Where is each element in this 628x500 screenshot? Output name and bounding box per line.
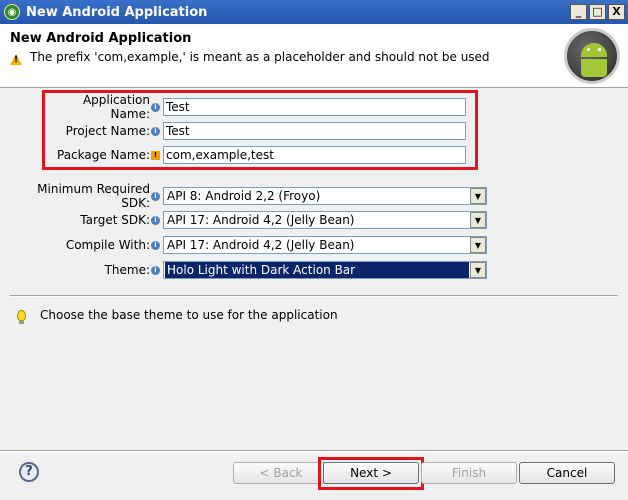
chevron-down-icon[interactable]: ▼ — [470, 212, 486, 228]
info-icon: i — [151, 215, 160, 225]
package-name-input[interactable] — [163, 146, 466, 164]
next-button[interactable]: Next > — [323, 462, 419, 484]
theme-value: Holo Light with Dark Action Bar — [165, 262, 469, 278]
compile-with-label: Compile With: — [65, 238, 150, 252]
compile-with-row: Compile With: i API 17: Android 4,2 (Jel… — [10, 235, 487, 255]
android-logo-icon — [564, 28, 620, 84]
min-sdk-label: Minimum Required SDK: — [37, 182, 150, 210]
package-name-row: Package Name: ! — [46, 145, 466, 165]
maximize-button[interactable]: □ — [589, 4, 606, 20]
close-button[interactable]: X — [608, 4, 625, 20]
chevron-down-icon[interactable]: ▼ — [470, 237, 486, 253]
info-icon: i — [151, 265, 160, 275]
warning-icon — [10, 54, 22, 65]
target-sdk-row: Target SDK: i API 17: Android 4,2 (Jelly… — [10, 210, 487, 230]
project-name-input[interactable] — [163, 122, 466, 140]
compile-with-select[interactable]: API 17: Android 4,2 (Jelly Bean) ▼ — [163, 236, 487, 254]
window-title: New Android Application — [26, 4, 208, 20]
app-name-row: Application Name: i — [46, 93, 466, 121]
target-sdk-label: Target SDK: — [80, 213, 150, 227]
android-app-icon: ◉ — [4, 4, 20, 20]
minimize-button[interactable]: _ — [570, 4, 587, 20]
package-name-label: Package Name: — [57, 148, 150, 162]
theme-label: Theme: — [104, 263, 150, 277]
project-name-row: Project Name: i — [46, 121, 466, 141]
page-title: New Android Application — [10, 31, 192, 46]
info-icon: i — [151, 126, 160, 136]
title-bar[interactable]: ◉ New Android Application _ □ X — [0, 0, 628, 24]
divider — [10, 295, 618, 297]
app-name-input[interactable] — [163, 98, 466, 116]
back-button[interactable]: < Back — [233, 462, 329, 484]
wizard-header: New Android Application The prefix 'com,… — [0, 24, 628, 88]
chevron-down-icon[interactable]: ▼ — [470, 262, 486, 278]
target-sdk-value: API 17: Android 4,2 (Jelly Bean) — [167, 213, 355, 227]
app-name-label: Application Name: — [82, 93, 150, 121]
min-sdk-select[interactable]: API 8: Android 2,2 (Froyo) ▼ — [163, 187, 487, 205]
lightbulb-icon — [17, 310, 26, 324]
project-name-label: Project Name: — [65, 124, 150, 138]
min-sdk-row: Minimum Required SDK: i API 8: Android 2… — [10, 182, 487, 210]
theme-select[interactable]: Holo Light with Dark Action Bar ▼ — [163, 261, 487, 279]
min-sdk-value: API 8: Android 2,2 (Froyo) — [167, 189, 321, 203]
warning-message: The prefix 'com,example,' is meant as a … — [30, 50, 490, 64]
finish-button[interactable]: Finish — [421, 462, 517, 484]
hint-text: Choose the base theme to use for the app… — [40, 308, 338, 322]
theme-row: Theme: i Holo Light with Dark Action Bar… — [10, 260, 487, 280]
help-button[interactable]: ? — [19, 462, 39, 482]
field-warning-icon: ! — [151, 150, 160, 160]
info-icon: i — [151, 102, 160, 112]
compile-with-value: API 17: Android 4,2 (Jelly Bean) — [167, 238, 355, 252]
footer-divider — [0, 450, 628, 452]
info-icon: i — [151, 240, 160, 250]
cancel-button[interactable]: Cancel — [519, 462, 615, 484]
chevron-down-icon[interactable]: ▼ — [470, 188, 486, 204]
target-sdk-select[interactable]: API 17: Android 4,2 (Jelly Bean) ▼ — [163, 211, 487, 229]
info-icon: i — [151, 191, 160, 201]
